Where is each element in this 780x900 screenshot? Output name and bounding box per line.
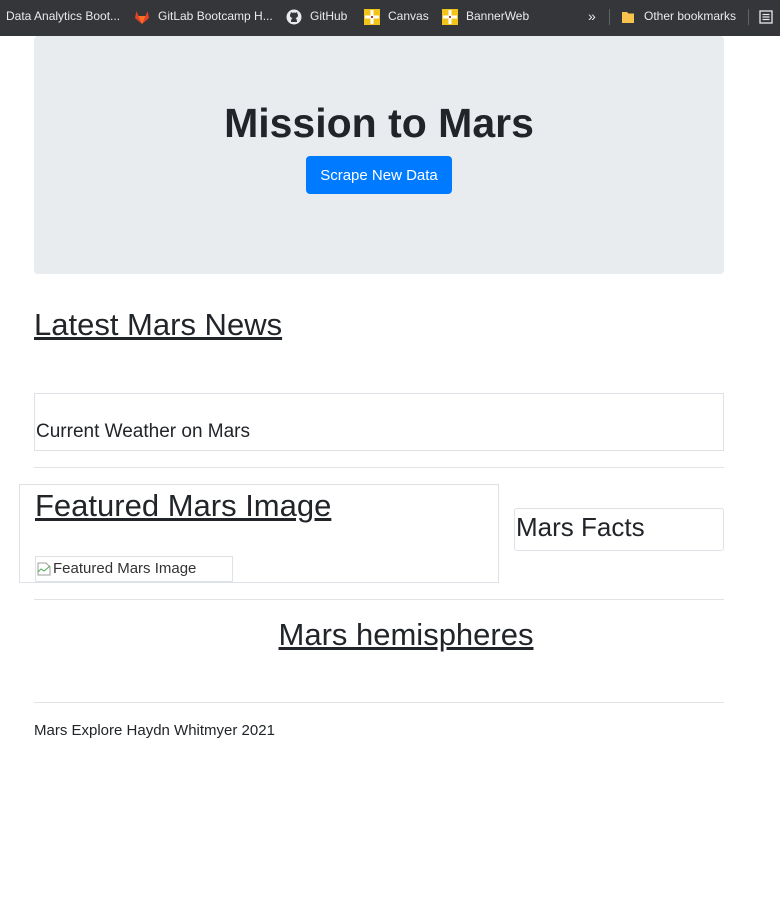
broken-image-icon — [37, 562, 51, 576]
bookmark-label: BannerWeb — [466, 9, 530, 23]
facts-heading: Mars Facts — [516, 512, 645, 542]
divider — [34, 467, 724, 468]
featured-image-heading: Featured Mars Image — [35, 488, 332, 523]
bannerweb-icon — [442, 9, 458, 25]
featured-image: Featured Mars Image — [35, 556, 233, 582]
featured-image-alt-text: Featured Mars Image — [53, 560, 197, 577]
other-bookmarks-label: Other bookmarks — [644, 9, 737, 23]
bookmark-label: Canvas — [388, 9, 429, 23]
hemispheres-heading: Mars hemispheres — [278, 617, 534, 652]
page-title: Mission to Mars — [224, 100, 534, 146]
bookmark-label: Data Analytics Boot... — [6, 9, 121, 23]
footer-text: Mars Explore Haydn Whitmyer 2021 — [34, 722, 275, 739]
bookmark-label: GitLab Bootcamp H... — [158, 9, 273, 23]
folder-icon — [622, 12, 634, 23]
featured-image-section: Featured Mars Image Featured Mars Image — [19, 484, 499, 583]
weather-heading: Current Weather on Mars — [36, 421, 251, 442]
bookmarks-divider — [609, 9, 610, 25]
bookmarks-bar: Data Analytics Boot... GitLab Bootcamp H… — [0, 0, 780, 36]
scrape-new-data-button[interactable]: Scrape New Data — [306, 156, 452, 194]
bookmarks-overflow-chevron-icon[interactable]: » — [588, 0, 596, 33]
latest-news-heading: Latest Mars News — [34, 307, 283, 342]
jumbotron: Mission to Mars Scrape New Data — [34, 36, 724, 274]
divider — [34, 599, 724, 600]
weather-section: Current Weather on Mars — [34, 393, 724, 451]
bookmark-label: GitHub — [310, 9, 348, 23]
facts-section: Mars Facts — [514, 508, 724, 551]
gitlab-icon — [135, 11, 149, 24]
canvas-icon — [364, 9, 380, 25]
bookmarks-divider — [748, 9, 749, 25]
reading-list-icon[interactable] — [759, 10, 773, 24]
divider — [34, 702, 724, 703]
github-icon — [286, 9, 302, 25]
